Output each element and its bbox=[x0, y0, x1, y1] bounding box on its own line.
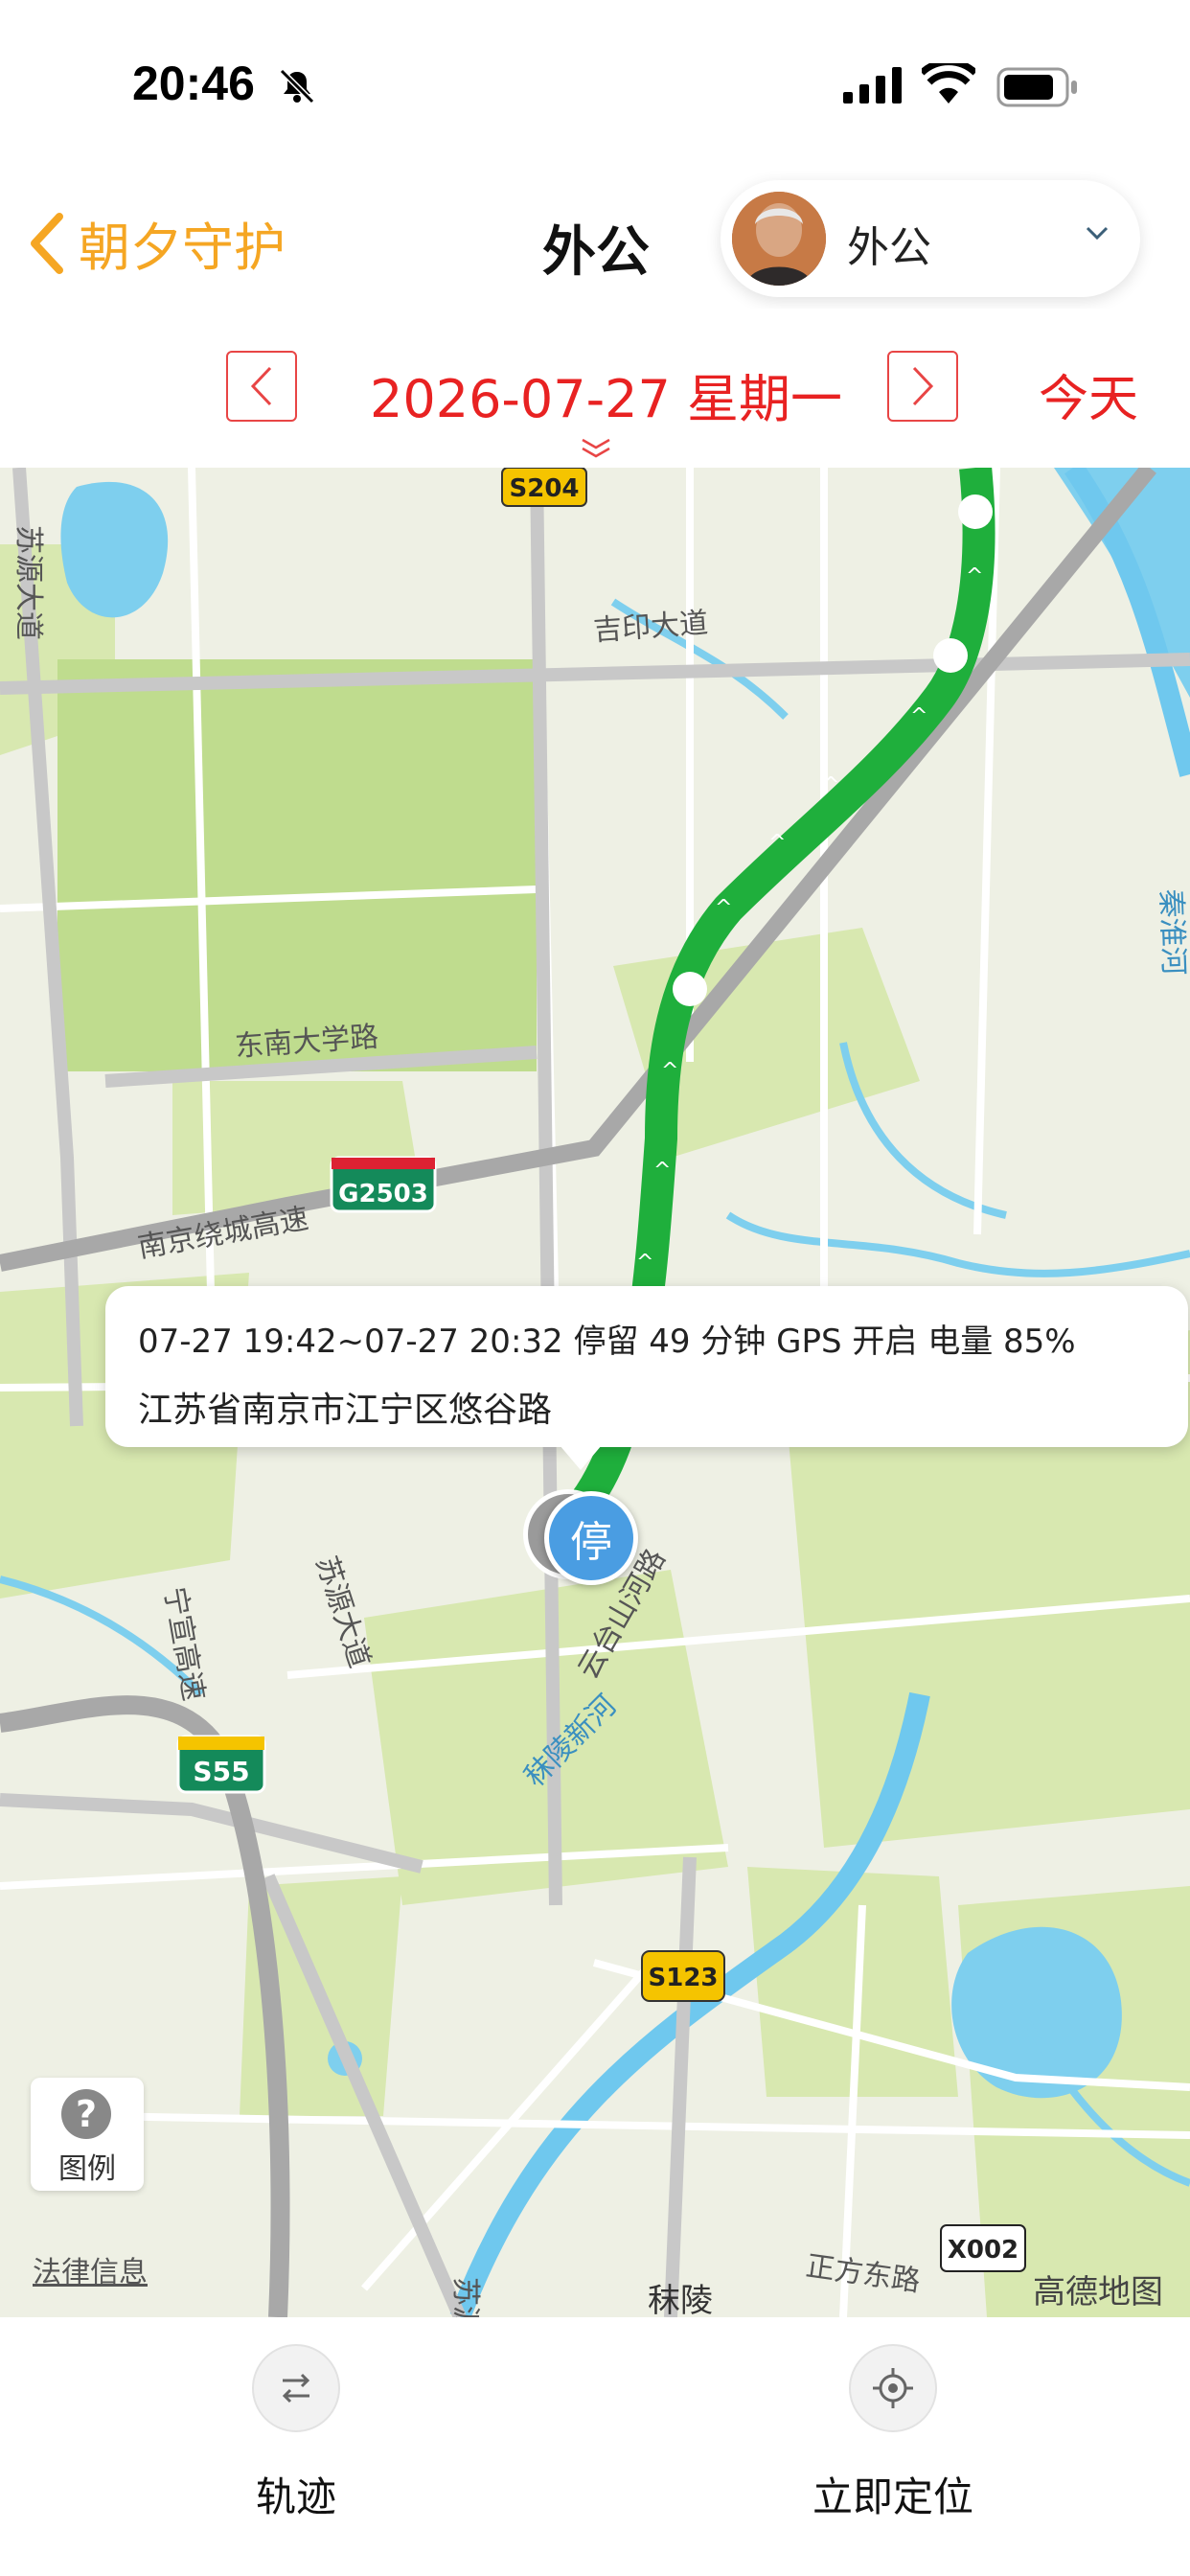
wifi-icon bbox=[922, 63, 975, 104]
track-label: 轨迹 bbox=[255, 2473, 336, 2520]
status-time: 20:46 bbox=[132, 57, 255, 110]
battery-icon bbox=[996, 67, 1077, 107]
track-point bbox=[958, 494, 993, 529]
place-label: 秣陵 bbox=[648, 2282, 713, 2317]
back-label: 朝夕守护 bbox=[79, 218, 286, 278]
svg-text:^: ^ bbox=[661, 1059, 678, 1083]
svg-text:^: ^ bbox=[636, 1251, 653, 1275]
date-bar: 2026-07-27 星期一 今天 bbox=[0, 309, 1190, 468]
previous-day-button[interactable] bbox=[226, 351, 297, 422]
svg-text:S123: S123 bbox=[649, 1964, 719, 1992]
locate-now-button[interactable]: 立即定位 bbox=[786, 2344, 1000, 2523]
user-name: 外公 bbox=[847, 223, 931, 272]
double-chevron-down-icon[interactable] bbox=[579, 437, 613, 460]
track-point bbox=[933, 638, 968, 673]
user-selector[interactable]: 外公 bbox=[721, 180, 1140, 297]
svg-text:^: ^ bbox=[768, 831, 786, 855]
svg-text:^: ^ bbox=[910, 704, 927, 728]
locate-now-label: 立即定位 bbox=[812, 2473, 973, 2520]
route-switch-icon bbox=[282, 2373, 310, 2404]
track-point bbox=[673, 972, 707, 1006]
stop-summary: 07-27 19:42~07-27 20:32 停留 49 分钟 GPS 开启 … bbox=[138, 1322, 1076, 1361]
status-bar: 20:46 bbox=[0, 0, 1190, 163]
river-label: 秦淮河 bbox=[1154, 888, 1190, 976]
current-date[interactable]: 2026-07-27 星期一 bbox=[370, 356, 842, 432]
svg-text:S55: S55 bbox=[193, 1756, 249, 1787]
route-shield: S55 bbox=[176, 1735, 266, 1794]
next-day-button[interactable] bbox=[887, 351, 958, 422]
navigation-bar: 朝夕守护 外公 外公 bbox=[0, 163, 1190, 310]
svg-text:S204: S204 bbox=[510, 474, 580, 503]
legend-label: 图例 bbox=[58, 2152, 116, 2186]
back-button[interactable]: 朝夕守护 bbox=[27, 205, 286, 281]
chevron-left-icon bbox=[250, 366, 272, 406]
cellular-signal-icon bbox=[843, 67, 902, 104]
today-button[interactable]: 今天 bbox=[1039, 358, 1138, 430]
svg-text:^: ^ bbox=[822, 773, 839, 797]
locate-icon-circle bbox=[849, 2344, 937, 2432]
track-button[interactable]: 轨迹 bbox=[207, 2344, 385, 2523]
svg-text:^: ^ bbox=[653, 1159, 671, 1183]
page-title: 外公 bbox=[542, 221, 650, 284]
bottom-toolbar: 轨迹 立即定位 bbox=[0, 2317, 1190, 2576]
route-shield: S123 bbox=[641, 1950, 725, 2002]
road-label: 苏源大道 bbox=[11, 525, 45, 640]
svg-text:^: ^ bbox=[966, 564, 983, 588]
stop-address: 江苏省南京市江宁区悠谷路 bbox=[138, 1391, 553, 1430]
campus-park bbox=[57, 659, 537, 1071]
bell-muted-icon bbox=[279, 68, 315, 104]
svg-text:X002: X002 bbox=[948, 2236, 1018, 2265]
road-label: 苏源 bbox=[448, 2277, 482, 2317]
stop-info-popup[interactable]: 07-27 19:42~07-27 20:32 停留 49 分钟 GPS 开启 … bbox=[105, 1286, 1188, 1447]
crosshair-icon bbox=[873, 2368, 913, 2408]
chevron-left-icon bbox=[31, 212, 63, 274]
legal-info-link[interactable]: 法律信息 bbox=[33, 2248, 148, 2290]
route-shield: G2503 bbox=[330, 1156, 437, 1213]
legend-button[interactable]: ? 图例 bbox=[31, 2078, 144, 2191]
svg-text:^: ^ bbox=[715, 896, 732, 920]
avatar bbox=[732, 192, 826, 286]
chevron-right-icon bbox=[912, 366, 934, 406]
map-provider-logo: 高德地图 bbox=[1033, 2273, 1163, 2312]
popup-tail bbox=[560, 1445, 602, 1470]
stop-marker[interactable]: 停 bbox=[544, 1491, 638, 1585]
help-icon: ? bbox=[61, 2089, 111, 2139]
route-shield: X002 bbox=[940, 2224, 1026, 2272]
svg-text:G2503: G2503 bbox=[338, 1180, 428, 1208]
track-icon-circle bbox=[252, 2344, 340, 2432]
chevron-down-icon bbox=[1086, 226, 1109, 241]
route-shield: S204 bbox=[501, 468, 587, 507]
